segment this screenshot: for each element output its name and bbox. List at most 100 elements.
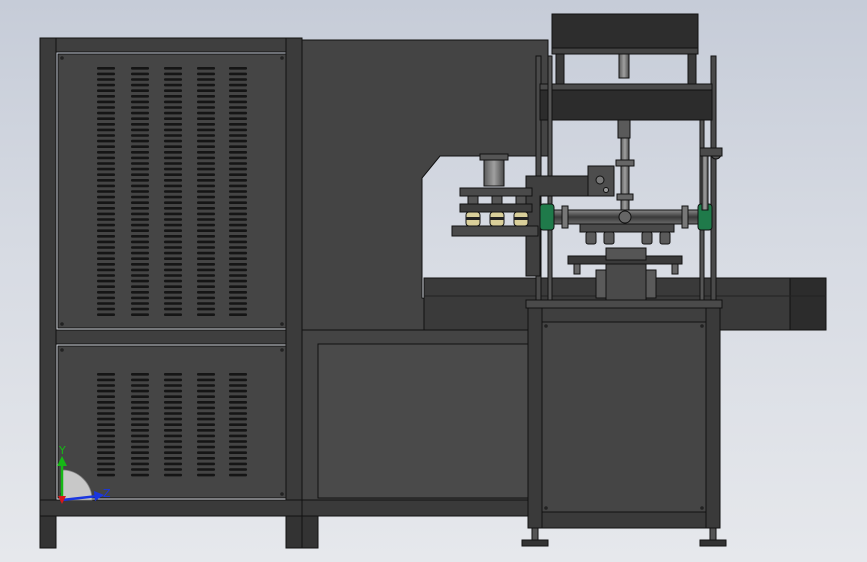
vent-slot: [131, 240, 149, 244]
vent-slot: [164, 257, 182, 260]
tool-head-plate: [579, 223, 675, 233]
vent-slot: [164, 151, 182, 154]
vent-slot: [131, 445, 149, 449]
vent-slot: [97, 291, 115, 294]
vent-slot: [197, 83, 215, 87]
vent-slot: [131, 173, 149, 176]
vent-slot: [97, 212, 115, 216]
vent-slot: [131, 111, 149, 115]
vent-slot: [229, 451, 247, 454]
vent-slot: [197, 207, 215, 210]
vent-slot: [164, 251, 182, 255]
vent-slot: [197, 373, 215, 376]
cup-band: [490, 217, 504, 220]
vent-slot: [197, 95, 215, 98]
vent-slot: [131, 128, 149, 132]
vent-slot: [229, 106, 247, 109]
top-housing-base: [551, 47, 699, 55]
screw: [280, 322, 284, 326]
vent-slot: [229, 179, 247, 182]
foot-pad-left: [521, 539, 549, 547]
vent-slot: [164, 412, 182, 415]
vent-slot: [164, 240, 182, 244]
vent-slot: [197, 417, 215, 421]
vent-slot: [164, 457, 182, 460]
right-stand: [521, 299, 727, 547]
vent-slot: [164, 179, 182, 182]
die-block: [605, 247, 647, 261]
vent-slot: [229, 162, 247, 165]
vent-slot: [164, 473, 182, 477]
vent-slot: [97, 83, 115, 87]
vent-slot: [97, 389, 115, 393]
vent-slot: [197, 106, 215, 109]
vent-slot: [229, 89, 247, 92]
stand-panel: [541, 321, 707, 513]
vent-slot: [164, 384, 182, 387]
vent-slot: [164, 263, 182, 266]
vent-slot: [97, 445, 115, 449]
vent-slot: [164, 167, 182, 171]
gripper-cylinder: [483, 157, 505, 187]
vent-slot: [97, 296, 115, 300]
vent-slot: [131, 95, 149, 98]
vent-slot: [131, 223, 149, 227]
vent-slot: [97, 151, 115, 154]
vent-slot: [131, 184, 149, 188]
vent-slot: [97, 274, 115, 277]
base-foot: [301, 515, 319, 549]
vent-slot: [164, 218, 182, 221]
vent-slot: [131, 145, 149, 148]
vent-slot: [164, 67, 182, 70]
foot-stem-right: [709, 527, 717, 541]
side-gripper-assembly: [451, 153, 539, 237]
vent-slot: [229, 111, 247, 115]
vent-slot: [97, 190, 115, 193]
vent-slot: [197, 117, 215, 120]
vent-slot: [197, 212, 215, 216]
vent-slot: [131, 201, 149, 204]
vent-slot: [229, 462, 247, 466]
vent-slot: [97, 106, 115, 109]
vent-slot: [97, 412, 115, 415]
vent-slot: [197, 128, 215, 132]
cabinet-mid-rail: [55, 329, 287, 345]
vent-slot: [229, 173, 247, 176]
vent-slot: [97, 184, 115, 188]
vent-slot: [197, 257, 215, 260]
vent-slot: [229, 67, 247, 70]
vent-slot: [97, 111, 115, 115]
vent-slot: [97, 117, 115, 120]
cad-viewport[interactable]: Y Z: [0, 0, 867, 562]
vent-slot: [97, 207, 115, 210]
vent-slot: [97, 417, 115, 421]
vent-slot: [164, 440, 182, 443]
vent-slot: [164, 184, 182, 188]
tool-stud: [603, 231, 615, 245]
vent-slot: [131, 378, 149, 382]
vent-slot: [197, 378, 215, 382]
screw: [700, 506, 704, 510]
vent-slot: [229, 417, 247, 421]
vent-slot: [97, 128, 115, 132]
vent-slot: [197, 389, 215, 393]
vent-slot: [97, 156, 115, 160]
vent-slot: [229, 473, 247, 477]
vent-slot: [164, 445, 182, 449]
vent-slot: [164, 201, 182, 204]
cabinet-bottom-rail: [39, 499, 303, 517]
vent-slot: [164, 285, 182, 288]
gripper-base-plate: [451, 225, 539, 237]
vent-slot: [131, 67, 149, 70]
vent-slot: [131, 440, 149, 443]
vent-slot: [229, 95, 247, 98]
vent-slot: [97, 72, 115, 76]
vent-slot: [97, 167, 115, 171]
vent-slot: [197, 179, 215, 182]
vent-slot: [229, 468, 247, 471]
vent-slot: [131, 251, 149, 255]
vent-slot: [164, 296, 182, 300]
vent-slot: [164, 274, 182, 277]
vent-slot: [197, 151, 215, 154]
vent-slot: [97, 235, 115, 238]
